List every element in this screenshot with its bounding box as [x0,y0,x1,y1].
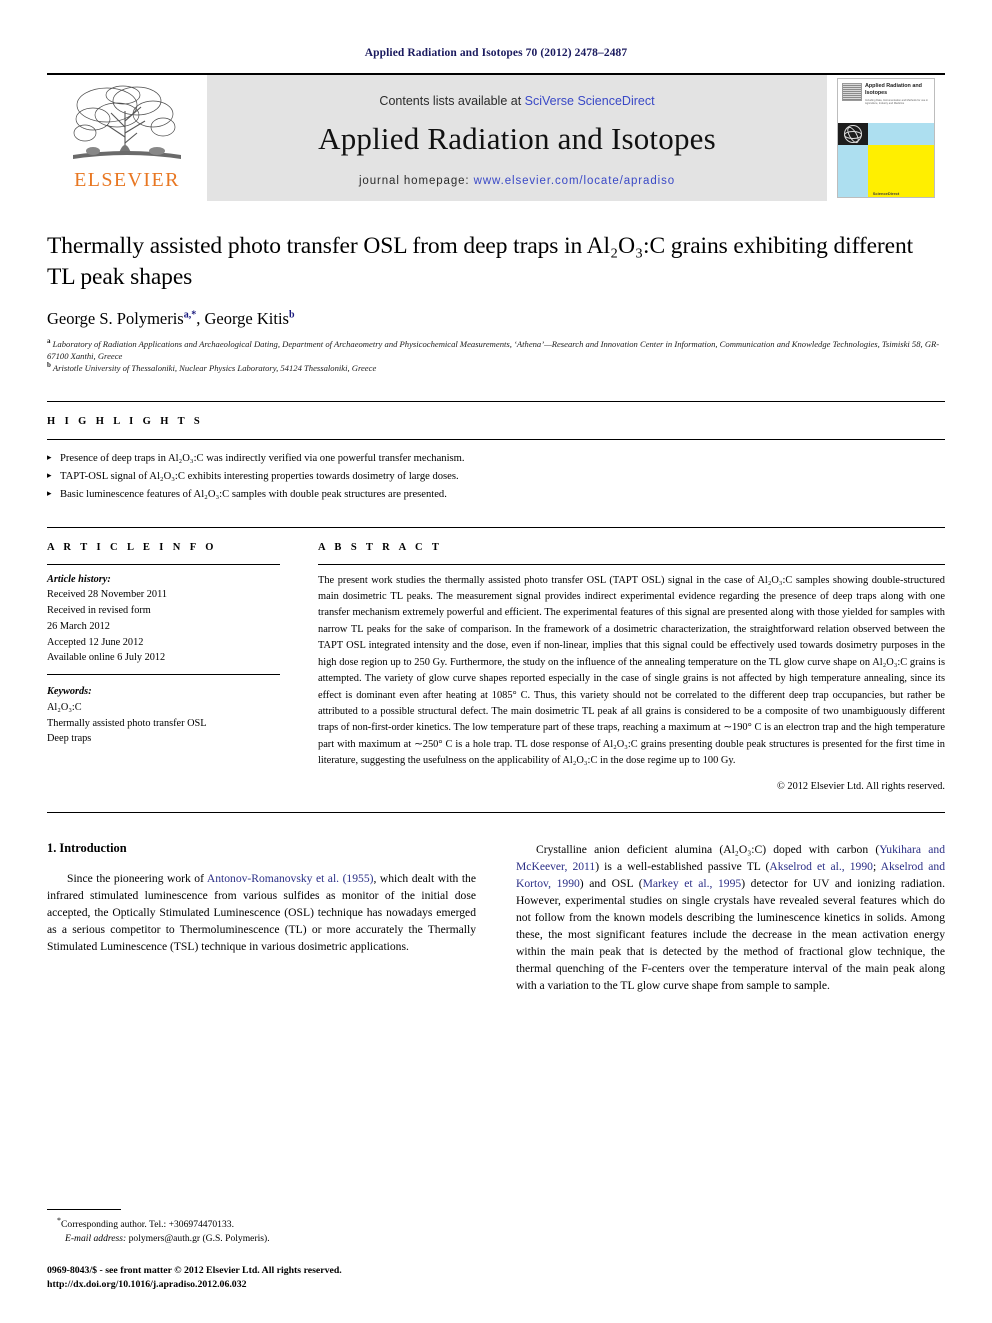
introduction-heading: 1. Introduction [47,840,127,855]
issn-doi-block: 0969-8043/$ - see front matter © 2012 El… [47,1264,467,1293]
affiliation-b-marker: b [47,361,51,370]
body-column-right: Crystalline anion deficient alumina (Al₂… [516,841,945,994]
cover-cyan-top [868,123,934,145]
email-address[interactable]: polymers@auth.gr (G.S. Polymeris). [129,1233,270,1244]
affiliations: a Laboratory of Radiation Applications a… [47,336,945,375]
affiliation-a-text: Laboratory of Radiation Applications and… [47,338,940,361]
running-head: Applied Radiation and Isotopes 70 (2012)… [364,47,628,59]
cover-title: Applied Radiation and Isotopes [865,83,922,96]
corresponding-author-text: Corresponding author. Tel.: +30697447013… [61,1218,234,1230]
right-text-a: Crystalline anion deficient alumina (Al₂… [536,842,880,856]
introduction-paragraph-right: Crystalline anion deficient alumina (Al₂… [516,841,945,994]
author-2-affiliation-marker[interactable]: b [289,309,295,320]
page-footer: *Corresponding author. Tel.: +3069744701… [47,1208,467,1293]
highlights-label: H I G H L I G H T S [47,415,204,427]
keyword-item: Deep traps [47,733,92,745]
contents-prefix: Contents lists available at [379,93,525,108]
highlight-item: Presence of deep traps in Al₂O₃:C was in… [47,450,945,468]
article-title: Thermally assisted photo transfer OSL fr… [47,233,914,291]
author-list: George S. Polymerisa,*, George Kitisb [47,308,295,328]
email-line: E-mail address: polymers@auth.gr (G.S. P… [57,1232,467,1246]
journal-masthead: ELSEVIER Contents lists available at Sci… [47,73,945,201]
article-history: Article history: Received 28 November 20… [47,565,280,667]
corresponding-author-note: *Corresponding author. Tel.: +3069744701… [47,1215,467,1246]
history-line: Received 28 November 2011 [47,589,167,601]
introduction-paragraph-left: Since the pioneering work of Antonov-Rom… [47,870,476,955]
affiliation-a-marker: a [47,336,51,345]
info-abstract-section: A R T I C L E I N F O Article history: R… [47,526,945,792]
paper-page: Applied Radiation and Isotopes 70 (2012)… [0,0,992,1323]
history-line: 26 March 2012 [47,620,110,632]
doi-link[interactable]: http://dx.doi.org/10.1016/j.apradiso.201… [47,1278,467,1293]
elsevier-tree-icon [73,85,181,159]
cover-subtitle: Including Data, Instrumentation and Meth… [865,98,929,106]
keyword-item: Al₂O₃:C [47,701,82,713]
abstract-column: A B S T R A C T The present work studies… [300,528,945,792]
author-name-1: George S. Polymeris [47,308,184,328]
article-info-label: A R T I C L E I N F O [47,541,217,553]
keyword-item: Thermally assisted photo transfer OSL [47,717,207,729]
homepage-prefix: journal homepage: [358,174,474,187]
history-line: Available online 6 July 2012 [47,652,166,664]
body-columns: 1. Introduction Since the pioneering wor… [47,841,945,994]
affiliation-b-text: Aristotle University of Thessaloniki, Nu… [52,363,377,374]
affiliation-a: a Laboratory of Radiation Applications a… [47,336,945,363]
body-top-rule [47,811,945,813]
cover-brand: ScienceDirect [872,191,900,196]
highlight-item: Basic luminescence features of Al₂O₃:C s… [47,486,945,504]
masthead-center-band: Contents lists available at SciVerse Sci… [207,75,827,201]
elsevier-logo: ELSEVIER [47,75,207,201]
affiliation-b: b Aristotle University of Thessaloniki, … [47,362,945,374]
article-info-column: A R T I C L E I N F O Article history: R… [47,528,300,792]
email-label: E-mail address: [65,1232,127,1244]
right-text-b: ) is a well-established passive TL ( [595,859,770,873]
citation-markey-et-al[interactable]: Markey et al., 1995 [643,877,742,890]
highlights-top-rule [47,400,945,402]
history-line: Accepted 12 June 2012 [47,636,144,648]
body-column-left: 1. Introduction Since the pioneering wor… [47,841,476,994]
corresponding-author-line: *Corresponding author. Tel.: +3069744701… [57,1215,467,1232]
abstract-copyright: © 2012 Elsevier Ltd. All rights reserved… [777,780,945,792]
title-block: Thermally assisted photo transfer OSL fr… [47,231,945,375]
issn-line: 0969-8043/$ - see front matter © 2012 El… [47,1264,342,1276]
journal-cover-thumbnail: Applied Radiation and Isotopes Including… [827,75,945,201]
elsevier-wordmark: ELSEVIER [74,169,180,191]
footnote-divider [47,1208,121,1210]
journal-homepage-link[interactable]: www.elsevier.com/locate/apradiso [474,175,675,187]
article-history-label: Article history: [47,573,111,585]
atom-icon [844,125,862,143]
journal-title: Applied Radiation and Isotopes [318,120,716,156]
abstract-label: A B S T R A C T [318,541,443,553]
right-text-c: ; [872,859,881,873]
cover-atom-block [838,123,868,145]
sciencedirect-link[interactable]: SciVerse ScienceDirect [525,94,655,108]
abstract-text: The present work studies the thermally a… [318,574,945,767]
contents-available-line: Contents lists available at SciVerse Sci… [379,94,654,108]
cover-logo-icon [842,83,862,101]
right-text-e: ) detector for UV and ionizing radiation… [516,876,945,993]
author-name-2: George Kitis [204,308,289,328]
intro-prefix: Since the pioneering work of [67,871,207,885]
highlight-item: TAPT-OSL signal of Al₂O₃:C exhibits inte… [47,468,945,486]
keywords-block: Keywords: Al₂O₃:C Thermally assisted pho… [47,677,280,747]
citation-akselrod-et-al[interactable]: Akselrod et al., 1990 [769,860,873,873]
author-1-affiliation-marker[interactable]: a,* [184,309,197,320]
citation-antonov-romanovsky[interactable]: Antonov-Romanovsky et al. (1955) [207,872,374,885]
history-line: Received in revised form [47,605,151,617]
keywords-label: Keywords: [47,686,92,698]
highlights-list: Presence of deep traps in Al₂O₃:C was in… [47,440,945,505]
right-text-d: ) and OSL ( [579,876,643,890]
journal-homepage-line: journal homepage: www.elsevier.com/locat… [359,175,675,187]
